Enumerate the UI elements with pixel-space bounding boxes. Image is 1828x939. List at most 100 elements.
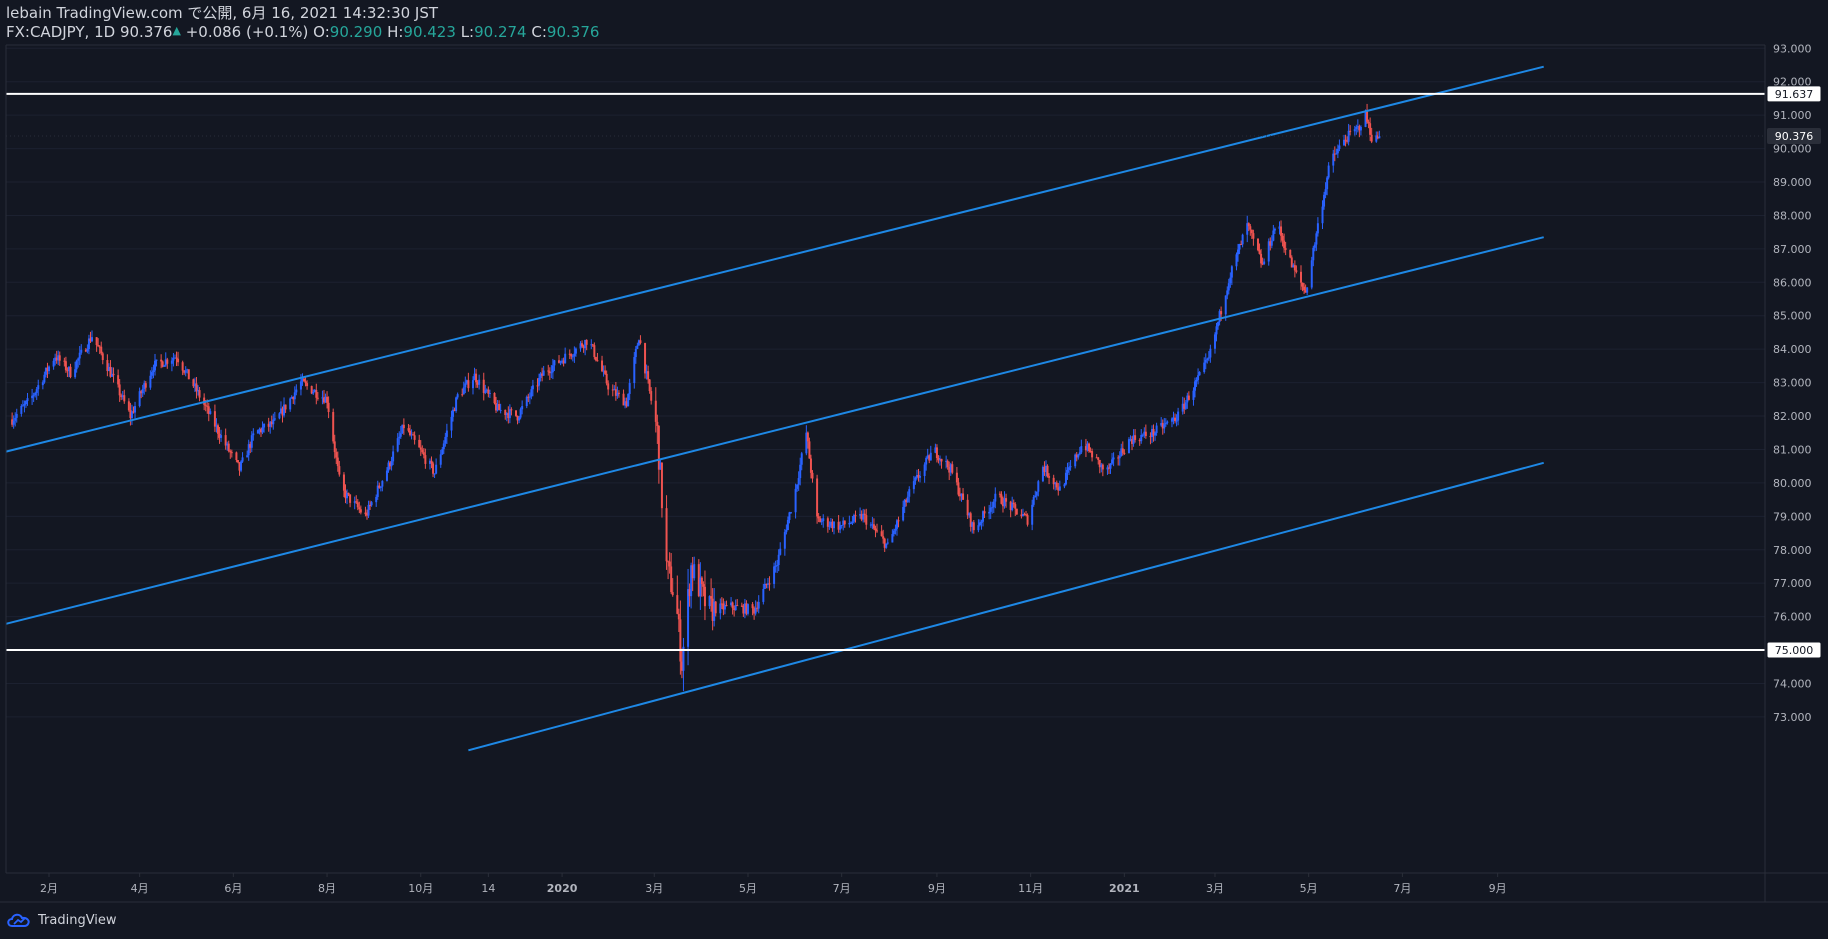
candle-body: [20, 405, 23, 414]
candle-body: [1260, 253, 1263, 264]
candle-body: [1324, 189, 1327, 195]
candle: [1256, 238, 1259, 252]
candle-body: [1101, 464, 1104, 470]
candle: [1015, 508, 1018, 515]
candle-body: [510, 409, 513, 411]
up-arrow-icon: ▲: [172, 24, 181, 37]
candle-body: [484, 390, 487, 393]
candle-body: [198, 390, 201, 398]
candle-body: [1321, 206, 1324, 224]
candle-body: [467, 380, 470, 389]
candle-body: [736, 605, 739, 607]
footer-brand[interactable]: TradingView: [6, 909, 117, 931]
candle-body: [648, 379, 651, 392]
candle-body: [303, 378, 306, 382]
candle-body: [21, 405, 24, 407]
candle-body: [895, 520, 898, 529]
candle-body: [1112, 457, 1115, 460]
candle-body: [515, 410, 518, 416]
candle-body: [571, 356, 574, 358]
candle-body: [832, 521, 835, 529]
candle-body: [797, 478, 800, 485]
candle-body: [671, 592, 674, 596]
candle-body: [1312, 247, 1315, 261]
y-tick-label: 85.000: [1773, 310, 1812, 323]
candle-body: [385, 470, 388, 481]
candle-body: [665, 508, 668, 562]
candle-body: [627, 393, 630, 407]
x-tick-label: 9月: [928, 882, 946, 895]
candle-body: [919, 475, 922, 478]
candle-body: [261, 427, 264, 433]
candle-body: [725, 605, 728, 607]
candle-body: [654, 400, 657, 422]
candle-body: [1068, 467, 1071, 470]
candle-body: [35, 389, 38, 393]
candle-body: [379, 486, 382, 488]
candle-body: [811, 472, 814, 479]
candle-body: [367, 504, 370, 516]
candle-body: [1097, 457, 1100, 460]
candle-body: [15, 413, 18, 418]
candle-body: [989, 507, 992, 512]
candle-body: [75, 360, 78, 370]
candle-body: [441, 449, 444, 455]
candle-body: [908, 489, 911, 497]
candle-body: [656, 421, 659, 426]
candle-body: [1080, 446, 1083, 453]
candle-body: [1048, 476, 1051, 478]
candle-body: [306, 383, 309, 387]
candle-body: [1014, 504, 1017, 509]
candle-body: [991, 507, 994, 509]
grid: [6, 47, 1765, 718]
candle-body: [604, 370, 607, 374]
last-price-label: 90.376: [1767, 128, 1821, 145]
candle-body: [34, 392, 37, 396]
symbol-label[interactable]: FX:CADJPY, 1D: [6, 23, 115, 41]
candle-body: [295, 389, 298, 393]
candle-body: [751, 604, 754, 609]
candle-body: [957, 482, 960, 495]
candle-body: [1272, 230, 1275, 241]
candle-body: [289, 398, 292, 410]
candle-body: [430, 460, 433, 464]
candle-body: [551, 365, 554, 373]
candle-body: [1293, 265, 1296, 271]
candle-body: [550, 372, 553, 374]
chart-background: [0, 0, 1828, 939]
candle-body: [439, 454, 442, 465]
candle-body: [1170, 418, 1173, 422]
candle-body: [593, 345, 596, 358]
candle-body: [1204, 359, 1207, 363]
candle-body: [1034, 495, 1037, 497]
candle-body: [23, 404, 26, 406]
candle-body: [1273, 228, 1276, 231]
candle-body: [1235, 254, 1238, 267]
candle-body: [177, 358, 180, 363]
candle-body: [1069, 466, 1072, 468]
candle-body: [1353, 129, 1356, 132]
candle-body: [364, 512, 367, 515]
candle-body: [806, 432, 809, 442]
x-tick-label: 6月: [224, 882, 242, 895]
candle-body: [951, 464, 954, 473]
candle-body: [946, 460, 949, 468]
candle-body: [940, 458, 943, 462]
candle-body: [703, 586, 706, 607]
candle-body: [731, 602, 734, 609]
candle-body: [1220, 311, 1223, 315]
candle-body: [628, 383, 631, 394]
candle-body: [785, 530, 788, 533]
candle-body: [1005, 498, 1008, 502]
candle: [187, 369, 190, 380]
candle-body: [1327, 165, 1330, 178]
candle-body: [1035, 491, 1038, 496]
price-chart[interactable]: 93.00092.00091.00090.00089.00088.00087.0…: [0, 0, 1828, 939]
candle-body: [1258, 250, 1261, 254]
candle-body: [1091, 451, 1094, 458]
level-price-label: 91.637: [1766, 85, 1822, 103]
candle-body: [521, 406, 524, 410]
candle-body: [1215, 326, 1218, 335]
candle-body: [450, 416, 453, 431]
candle-body: [1369, 123, 1372, 135]
